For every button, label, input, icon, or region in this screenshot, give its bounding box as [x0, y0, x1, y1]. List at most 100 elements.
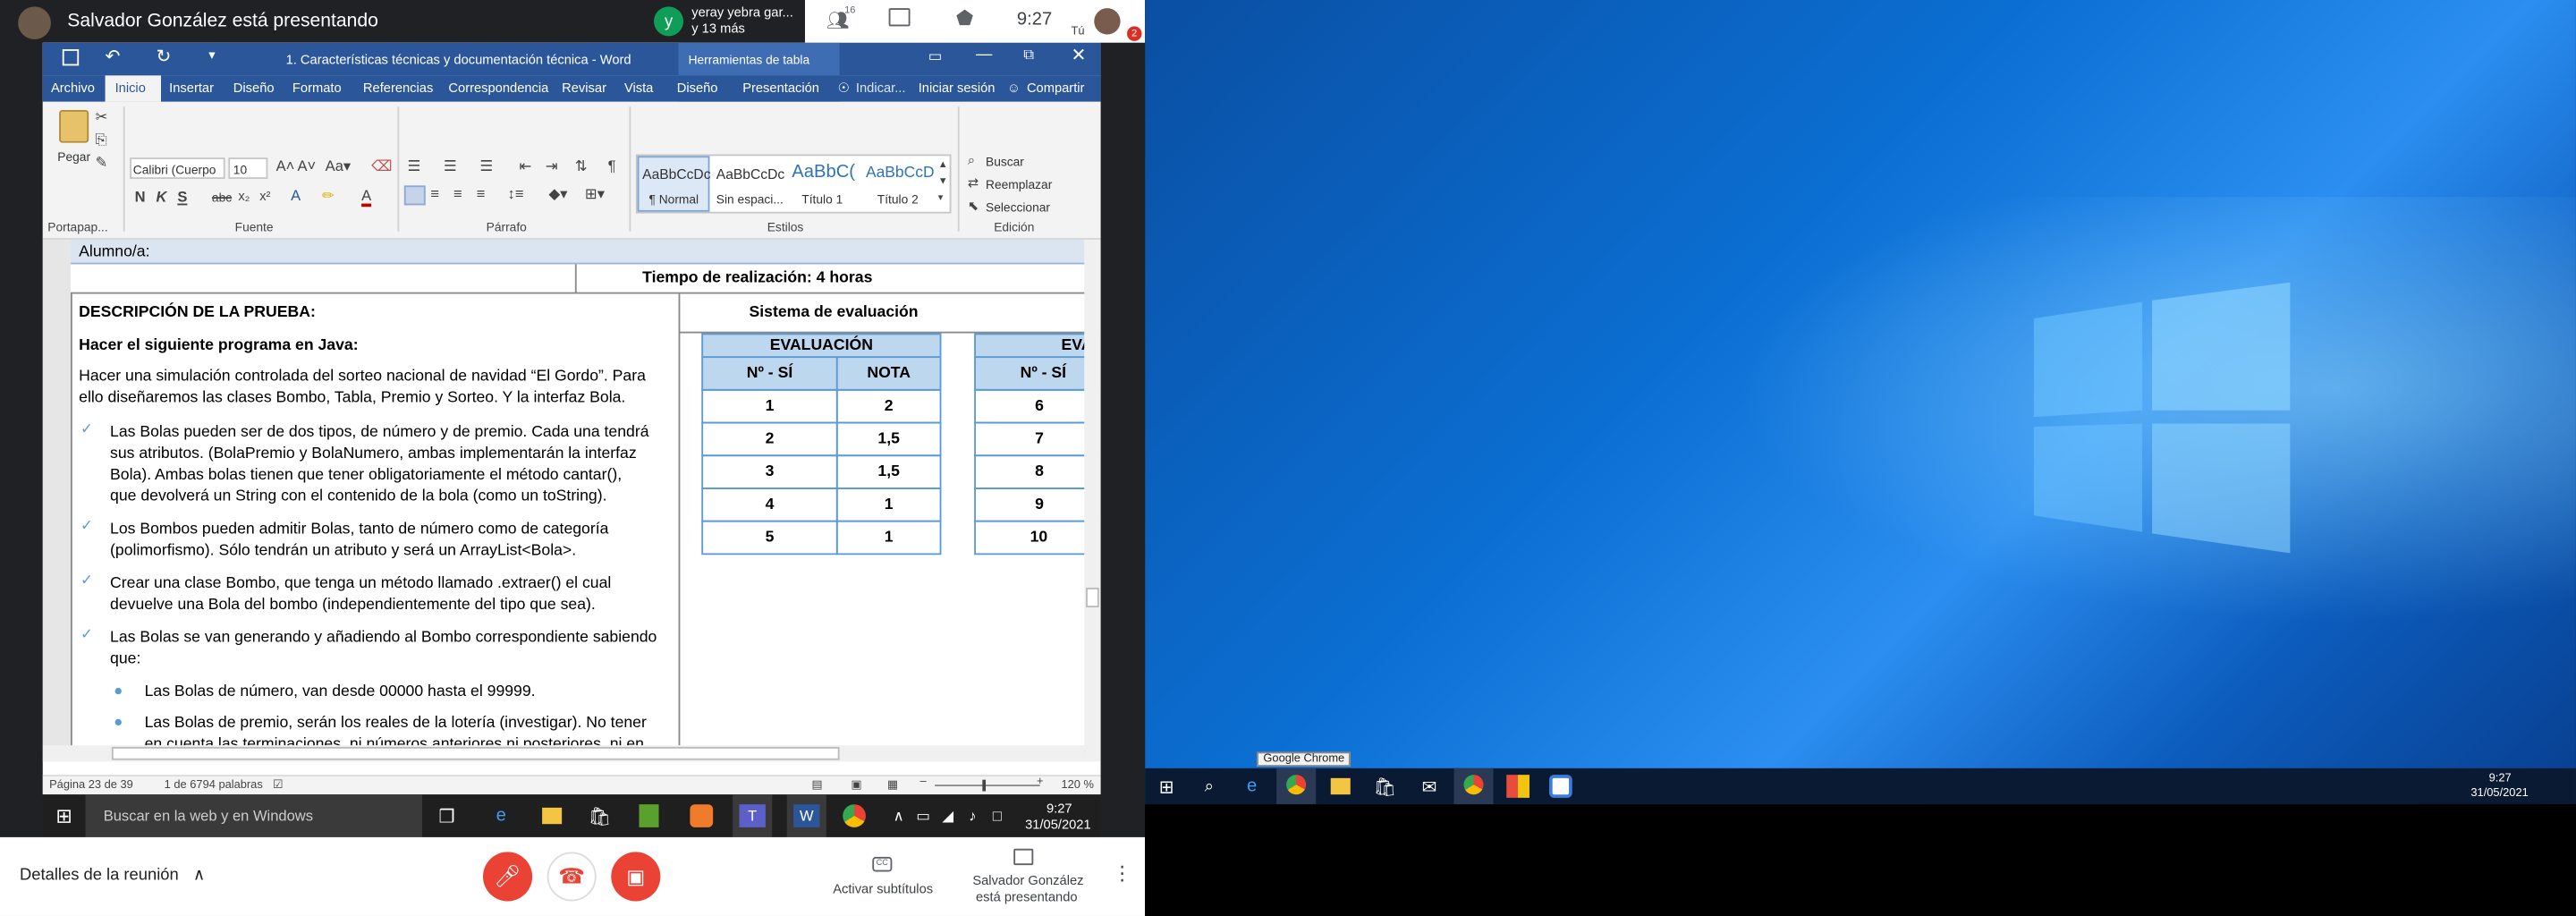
- tab-presentacion[interactable]: Presentación: [742, 81, 819, 96]
- status-page[interactable]: Página 23 de 39: [49, 780, 133, 792]
- find-button[interactable]: Buscar: [986, 154, 1024, 169]
- align-center-icon[interactable]: ≡: [430, 185, 439, 201]
- tab-inicio[interactable]: Inicio: [115, 81, 146, 96]
- signin-link[interactable]: Iniciar sesión: [919, 81, 996, 96]
- tab-revisar[interactable]: Revisar: [562, 81, 606, 96]
- presenting-label-1[interactable]: Salvador González: [972, 873, 1083, 888]
- replace-button[interactable]: Reemplazar: [986, 177, 1052, 192]
- font-color-icon[interactable]: A: [361, 187, 372, 208]
- select-icon[interactable]: ⬉: [968, 199, 979, 214]
- justify-icon[interactable]: ≡: [477, 185, 486, 201]
- ribbon-options-icon[interactable]: ▭: [928, 47, 943, 65]
- vertical-scrollbar[interactable]: [1084, 239, 1101, 762]
- select-button[interactable]: Seleccionar: [986, 200, 1050, 216]
- highlight-icon[interactable]: ✏: [322, 187, 335, 205]
- proofing-icon[interactable]: ☑: [273, 778, 284, 792]
- text-effects-icon[interactable]: A: [291, 187, 301, 203]
- increase-indent-icon[interactable]: ⇥: [546, 157, 558, 175]
- style-h1-preview[interactable]: AaBbC(: [792, 163, 855, 182]
- bold-icon[interactable]: N: [135, 189, 146, 205]
- tell-me-input[interactable]: Indicar...: [856, 81, 906, 96]
- decrease-indent-icon[interactable]: ⇤: [519, 157, 531, 175]
- zoom-in-icon[interactable]: +: [1037, 776, 1044, 788]
- horizontal-scroll-thumb[interactable]: [111, 746, 840, 760]
- app-icon[interactable]: [1506, 775, 1530, 798]
- present-icon[interactable]: [1013, 848, 1034, 866]
- meeting-details-button[interactable]: Detalles de la reunión ∧: [20, 867, 205, 885]
- format-painter-icon[interactable]: ✎: [96, 154, 108, 172]
- strikethrough-icon[interactable]: abc: [212, 191, 232, 206]
- taskbar-time[interactable]: 9:27: [1046, 802, 1072, 817]
- align-right-icon[interactable]: ≡: [453, 185, 462, 201]
- chrome-icon[interactable]: [843, 804, 866, 827]
- paste-icon[interactable]: [59, 109, 89, 143]
- hang-up-button[interactable]: ☎: [547, 852, 597, 902]
- bullets-icon[interactable]: ☰: [408, 157, 421, 175]
- tab-diseno-tabla[interactable]: Diseño: [677, 81, 718, 96]
- zoom-slider[interactable]: [935, 785, 1040, 787]
- style-h2-name[interactable]: Título 2: [877, 192, 919, 208]
- xampp-icon[interactable]: [690, 804, 714, 827]
- subscript-icon[interactable]: x₂: [238, 189, 250, 204]
- align-left-icon[interactable]: [403, 185, 426, 206]
- cut-icon[interactable]: ✂: [96, 108, 108, 126]
- mic-off-button[interactable]: 🎤︎: [482, 852, 533, 902]
- battery-icon[interactable]: ▭: [913, 806, 933, 826]
- edge-icon[interactable]: e: [1241, 775, 1264, 798]
- restore-icon[interactable]: ⧉: [1023, 46, 1034, 64]
- presenting-label-2[interactable]: está presentando: [976, 890, 1078, 905]
- search-icon[interactable]: ⌕: [1198, 775, 1221, 798]
- superscript-icon[interactable]: x²: [259, 189, 270, 204]
- zoom-out-icon[interactable]: –: [920, 776, 927, 788]
- share-button[interactable]: Compartir: [1027, 81, 1085, 96]
- taskbar-date[interactable]: 31/05/2021: [1025, 818, 1091, 833]
- change-case-icon[interactable]: Aa▾: [326, 157, 352, 175]
- tray-chevron-icon[interactable]: ∧: [889, 806, 909, 826]
- zoom-level[interactable]: 120 %: [1062, 780, 1094, 792]
- read-mode-icon[interactable]: ▤: [811, 778, 822, 792]
- save-icon[interactable]: [62, 49, 80, 66]
- status-words[interactable]: 1 de 6794 palabras: [165, 780, 263, 792]
- desktop-date[interactable]: 31/05/2021: [2470, 788, 2528, 800]
- notepad-icon[interactable]: [639, 804, 659, 827]
- shrink-font-icon[interactable]: A˅: [297, 157, 316, 174]
- tab-diseno[interactable]: Diseño: [233, 81, 275, 96]
- document-page[interactable]: Alumno/a: Tiempo de realización: 4 horas…: [70, 239, 1101, 753]
- mail-icon[interactable]: ✉: [1418, 775, 1441, 798]
- app-icon-2[interactable]: [1549, 775, 1572, 798]
- file-explorer-icon[interactable]: [1330, 777, 1351, 795]
- clear-format-icon[interactable]: ⌫: [371, 157, 392, 175]
- copy-icon[interactable]: ⎘: [96, 131, 107, 149]
- replace-icon[interactable]: ⇄: [968, 175, 979, 191]
- windows-start-icon[interactable]: ⊞: [53, 804, 76, 827]
- vertical-scroll-thumb[interactable]: [1086, 587, 1099, 607]
- web-layout-icon[interactable]: ▦: [887, 778, 898, 792]
- close-icon[interactable]: ✕: [1072, 45, 1087, 65]
- shading-icon[interactable]: ◆▾: [548, 185, 567, 203]
- paste-label[interactable]: Pegar: [57, 149, 90, 165]
- print-layout-icon[interactable]: ▣: [851, 778, 861, 792]
- network-icon[interactable]: ◢: [938, 806, 958, 826]
- file-explorer-icon[interactable]: [542, 807, 563, 825]
- line-spacing-icon[interactable]: ↕≡: [508, 185, 524, 201]
- notifications-icon[interactable]: □: [987, 806, 1007, 826]
- volume-icon[interactable]: ♪: [962, 806, 982, 826]
- tab-archivo[interactable]: Archivo: [51, 81, 95, 96]
- self-avatar[interactable]: [1094, 8, 1121, 35]
- italic-icon[interactable]: K: [156, 189, 166, 205]
- edge-icon[interactable]: e: [489, 804, 513, 827]
- grow-font-icon[interactable]: A˄: [276, 157, 295, 174]
- numbering-icon[interactable]: ☰: [444, 157, 457, 175]
- undo-icon[interactable]: ↶: [106, 46, 121, 67]
- more-options-icon[interactable]: ⋮: [1112, 861, 1131, 885]
- tab-vista[interactable]: Vista: [624, 81, 653, 96]
- multilevel-icon[interactable]: ☰: [479, 157, 493, 175]
- captions-label[interactable]: Activar subtítulos: [833, 881, 933, 896]
- tab-referencias[interactable]: Referencias: [363, 81, 433, 96]
- tab-formato[interactable]: Formato: [292, 81, 342, 96]
- style-h2-preview[interactable]: AaBbCcD: [866, 165, 935, 182]
- tab-insertar[interactable]: Insertar: [169, 81, 214, 96]
- style-nospacing-name[interactable]: Sin espaci...: [716, 192, 784, 208]
- style-nospacing-preview[interactable]: AaBbCcDc: [716, 165, 784, 182]
- borders-icon[interactable]: ⊞▾: [585, 185, 605, 203]
